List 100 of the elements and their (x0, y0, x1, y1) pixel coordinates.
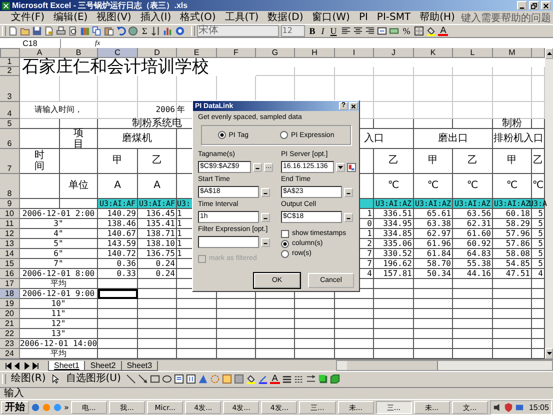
vertical-text-box-icon[interactable] (186, 374, 196, 384)
paste-icon[interactable] (104, 26, 114, 36)
pointer-icon[interactable] (50, 374, 61, 384)
chart-icon[interactable] (163, 26, 174, 36)
restore-button[interactable] (529, 1, 539, 10)
books-icon[interactable] (80, 26, 90, 36)
vertical-scrollbar[interactable] (545, 48, 553, 360)
row-header[interactable]: 13 (0, 239, 20, 250)
cube-icon[interactable] (330, 374, 340, 384)
row-header[interactable]: 22 (0, 329, 20, 340)
radio-button[interactable] (281, 240, 289, 248)
text-box-icon[interactable] (174, 374, 184, 384)
arrow-icon[interactable] (138, 374, 148, 384)
autosum-button[interactable]: Σ (140, 26, 150, 37)
row-header[interactable]: 10 (0, 209, 20, 220)
new-document-icon[interactable] (8, 26, 18, 36)
column-header[interactable]: J (374, 48, 414, 58)
close-button[interactable] (349, 102, 358, 110)
menu-item[interactable]: 编辑(E) (50, 12, 92, 24)
pen-icon[interactable] (258, 374, 268, 384)
line-style-icon[interactable] (282, 374, 292, 384)
radio-button[interactable] (218, 131, 226, 140)
rectangle-icon[interactable] (150, 374, 160, 384)
menu-item[interactable]: 格式(O) (176, 12, 220, 24)
down-arrow-icon[interactable] (546, 352, 552, 356)
print-preview-icon[interactable] (68, 26, 78, 36)
row-header[interactable]: 4 (0, 102, 20, 120)
row-header[interactable]: 1 (0, 58, 20, 68)
shadow-icon[interactable] (318, 374, 328, 384)
sort-icon[interactable] (151, 26, 162, 36)
row-header[interactable]: 17 (0, 279, 20, 290)
row-header[interactable]: 9 (0, 199, 20, 210)
picture-icon[interactable] (234, 374, 244, 384)
document-lock-icon[interactable] (44, 26, 54, 36)
row-header[interactable]: 19 (0, 299, 20, 310)
menu-item[interactable]: 插入(I) (136, 12, 176, 24)
column-header[interactable]: I (335, 48, 374, 58)
column-header[interactable]: F (217, 48, 256, 58)
sheet-tab[interactable]: Sheet2 (84, 360, 122, 371)
column-header[interactable]: M (493, 48, 532, 58)
column-header[interactable]: G (256, 48, 295, 58)
minimize-button[interactable] (517, 1, 527, 10)
align-right-icon[interactable] (364, 26, 375, 36)
menu-item[interactable]: 文件(F) (7, 12, 49, 24)
paint-bucket-icon[interactable] (246, 374, 256, 384)
dash-style-icon[interactable] (294, 374, 304, 384)
menu-item[interactable]: PI-SMT (372, 12, 415, 24)
diagram-icon[interactable] (210, 374, 220, 384)
menu-item[interactable]: 视图(V) (92, 12, 136, 24)
collapse-button[interactable] (344, 188, 353, 197)
sheet-tab[interactable]: Sheet1 (48, 360, 86, 371)
column-header[interactable]: L (453, 48, 493, 58)
align-center-icon[interactable] (352, 26, 363, 36)
sheet-tab[interactable]: Sheet3 (120, 360, 158, 371)
bold-button[interactable]: B (307, 26, 318, 37)
collapse-button[interactable] (253, 162, 262, 172)
save-icon[interactable] (32, 26, 42, 36)
underline-button[interactable]: U (328, 26, 339, 37)
radio-button[interactable] (280, 131, 288, 140)
row-header[interactable]: 15 (0, 259, 20, 270)
arrow-style-icon[interactable] (306, 374, 316, 384)
browser-icon[interactable] (31, 403, 40, 412)
collapse-button[interactable] (261, 212, 270, 222)
column-header[interactable]: H (295, 48, 335, 58)
row-header[interactable]: 16 (0, 269, 20, 280)
row-header[interactable]: 8 (0, 174, 20, 200)
selected-cell[interactable] (98, 289, 138, 300)
copy-icon[interactable] (92, 26, 102, 36)
row-header[interactable]: 11 (0, 219, 20, 230)
draw-menu[interactable]: 绘图(R) (8, 373, 49, 386)
column-header[interactable]: A (20, 48, 60, 58)
column-header[interactable]: B (60, 48, 98, 58)
close-button[interactable] (541, 1, 551, 10)
start-button[interactable]: 开始 (1, 401, 29, 414)
paint-bucket-icon[interactable] (426, 26, 436, 36)
merge-cells-icon[interactable] (376, 26, 387, 36)
clip-art-icon[interactable] (222, 374, 232, 384)
network-icon[interactable] (514, 403, 524, 412)
row-header[interactable]: 5 (0, 119, 20, 130)
menu-item[interactable]: 数据(D) (264, 12, 308, 24)
oval-icon[interactable] (162, 374, 172, 384)
font-size-dropdown[interactable]: 12 (281, 25, 306, 38)
horizontal-scrollbar[interactable] (336, 360, 553, 372)
row-header[interactable]: 21 (0, 319, 20, 330)
undo-icon[interactable] (116, 26, 126, 36)
align-left-icon[interactable] (340, 26, 351, 36)
help-search-field[interactable]: 键入需要帮助的问题 (460, 10, 551, 24)
row-header[interactable]: 18 (0, 289, 20, 300)
row-header[interactable]: 12 (0, 229, 20, 240)
text-field[interactable] (198, 236, 259, 248)
menu-item[interactable]: 窗口(W) (308, 12, 354, 24)
row-header[interactable]: 23 (0, 339, 20, 350)
checkbox[interactable] (281, 230, 289, 238)
currency-icon[interactable] (388, 26, 399, 36)
line-icon[interactable] (126, 374, 136, 384)
row-header[interactable]: 7 (0, 149, 20, 174)
collapse-button[interactable] (261, 188, 270, 197)
radio-button[interactable] (281, 250, 289, 258)
menu-item[interactable]: 工具(T) (220, 12, 263, 24)
up-arrow-icon[interactable] (546, 52, 552, 56)
